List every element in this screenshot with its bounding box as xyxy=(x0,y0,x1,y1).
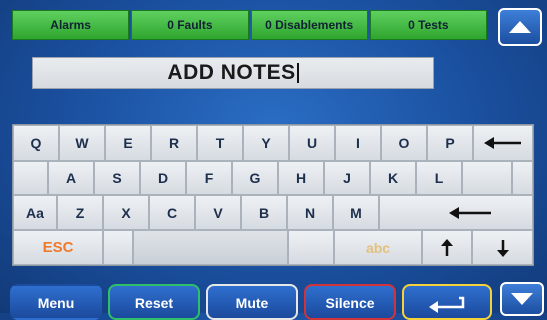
key-label: W xyxy=(75,135,89,151)
key-j[interactable]: J xyxy=(324,161,370,195)
key-label: J xyxy=(343,170,351,186)
key-label: P xyxy=(445,135,455,151)
key-blank[interactable] xyxy=(103,230,133,265)
key-label: ESC xyxy=(42,239,74,256)
key-label: Z xyxy=(75,204,85,221)
key-label: Aa xyxy=(26,204,44,221)
key-w[interactable]: W xyxy=(59,125,105,161)
key-h[interactable]: H xyxy=(278,161,324,195)
key-label: M xyxy=(350,204,362,221)
silence-button-label: Silence xyxy=(325,295,375,311)
status-tests[interactable]: 0 Tests xyxy=(369,10,487,40)
space-bar[interactable] xyxy=(133,230,288,265)
key-s[interactable]: S xyxy=(94,161,140,195)
key-r[interactable]: R xyxy=(151,125,197,161)
key-label: abc xyxy=(365,239,391,256)
status-alarms-label: Alarms xyxy=(50,18,91,32)
key-label: Q xyxy=(30,135,42,151)
silence-button[interactable]: Silence xyxy=(304,284,396,320)
key-label: R xyxy=(168,135,180,151)
reset-button-label: Reset xyxy=(134,295,174,311)
on-screen-keyboard: Q W E R T Y U I O P A S D F G H J K L Aa… xyxy=(12,124,534,266)
status-disablements[interactable]: 0 Disablements xyxy=(250,10,368,40)
key-t[interactable]: T xyxy=(197,125,243,161)
cursor-down-key[interactable] xyxy=(472,230,533,265)
scroll-down-button[interactable] xyxy=(500,282,544,316)
cursor-up-key[interactable] xyxy=(422,230,472,265)
key-g[interactable]: G xyxy=(232,161,278,195)
key-o[interactable]: O xyxy=(381,125,427,161)
enter-key[interactable] xyxy=(379,195,533,230)
status-disablements-label: 0 Disablements xyxy=(265,18,354,32)
key-i[interactable]: I xyxy=(335,125,381,161)
key-label: F xyxy=(204,170,214,186)
key-spacer-left[interactable] xyxy=(13,161,48,195)
key-a[interactable]: A xyxy=(48,161,94,195)
reset-button[interactable]: Reset xyxy=(108,284,200,320)
status-faults[interactable]: 0 Faults xyxy=(131,10,249,40)
up-arrow-icon xyxy=(441,238,453,256)
abc-key[interactable]: abc xyxy=(334,230,422,265)
key-label: G xyxy=(249,170,261,186)
key-p[interactable]: P xyxy=(427,125,473,161)
menu-button-label: Menu xyxy=(37,295,75,311)
status-bar: Alarms 0 Faults 0 Disablements 0 Tests xyxy=(12,10,489,40)
enter-arrow-icon xyxy=(449,206,491,219)
status-tests-label: 0 Tests xyxy=(408,18,449,32)
key-v[interactable]: V xyxy=(195,195,241,230)
key-label: S xyxy=(112,170,122,186)
key-label: H xyxy=(295,170,307,186)
key-label: U xyxy=(306,135,318,151)
backspace-key[interactable] xyxy=(473,125,533,161)
key-label: K xyxy=(387,170,399,186)
key-label: Y xyxy=(261,135,271,151)
case-toggle-key[interactable]: Aa xyxy=(13,195,57,230)
key-n[interactable]: N xyxy=(287,195,333,230)
key-label: D xyxy=(157,170,169,186)
return-button[interactable] xyxy=(402,284,492,320)
key-label: N xyxy=(304,204,316,221)
key-blank-2[interactable] xyxy=(288,230,334,265)
note-input-value: ADD NOTES xyxy=(167,61,296,84)
key-u[interactable]: U xyxy=(289,125,335,161)
key-label: C xyxy=(166,204,178,221)
up-arrow-icon xyxy=(509,21,531,33)
key-label: L xyxy=(434,170,444,186)
key-f[interactable]: F xyxy=(186,161,232,195)
key-label: O xyxy=(398,135,410,151)
key-m[interactable]: M xyxy=(333,195,379,230)
key-q[interactable]: Q xyxy=(13,125,59,161)
esc-key[interactable]: ESC xyxy=(13,230,103,265)
status-alarms[interactable]: Alarms xyxy=(12,10,130,40)
key-l[interactable]: L xyxy=(416,161,462,195)
mute-button[interactable]: Mute xyxy=(206,284,298,320)
menu-button[interactable]: Menu xyxy=(10,284,102,320)
down-arrow-icon xyxy=(511,293,533,305)
key-x[interactable]: X xyxy=(103,195,149,230)
key-spacer-right[interactable] xyxy=(462,161,512,195)
key-c[interactable]: C xyxy=(149,195,195,230)
key-b[interactable]: B xyxy=(241,195,287,230)
key-label: T xyxy=(215,135,225,151)
note-input[interactable]: ADD NOTES xyxy=(32,57,434,89)
mute-button-label: Mute xyxy=(235,295,269,311)
key-y[interactable]: Y xyxy=(243,125,289,161)
down-arrow-icon xyxy=(496,239,509,257)
key-d[interactable]: D xyxy=(140,161,186,195)
key-label: B xyxy=(258,204,270,221)
return-arrow-icon xyxy=(429,296,465,313)
key-z[interactable]: Z xyxy=(57,195,103,230)
text-caret xyxy=(296,63,299,83)
key-e[interactable]: E xyxy=(105,125,151,161)
key-label: E xyxy=(123,135,133,151)
key-label: V xyxy=(213,204,223,221)
backspace-arrow-icon xyxy=(484,137,521,149)
scroll-up-button[interactable] xyxy=(498,8,542,46)
status-faults-label: 0 Faults xyxy=(167,18,213,32)
key-spacer-edge[interactable] xyxy=(512,161,533,195)
key-label: X xyxy=(121,204,131,221)
key-label: I xyxy=(356,135,360,151)
key-k[interactable]: K xyxy=(370,161,416,195)
key-label: A xyxy=(65,170,77,186)
